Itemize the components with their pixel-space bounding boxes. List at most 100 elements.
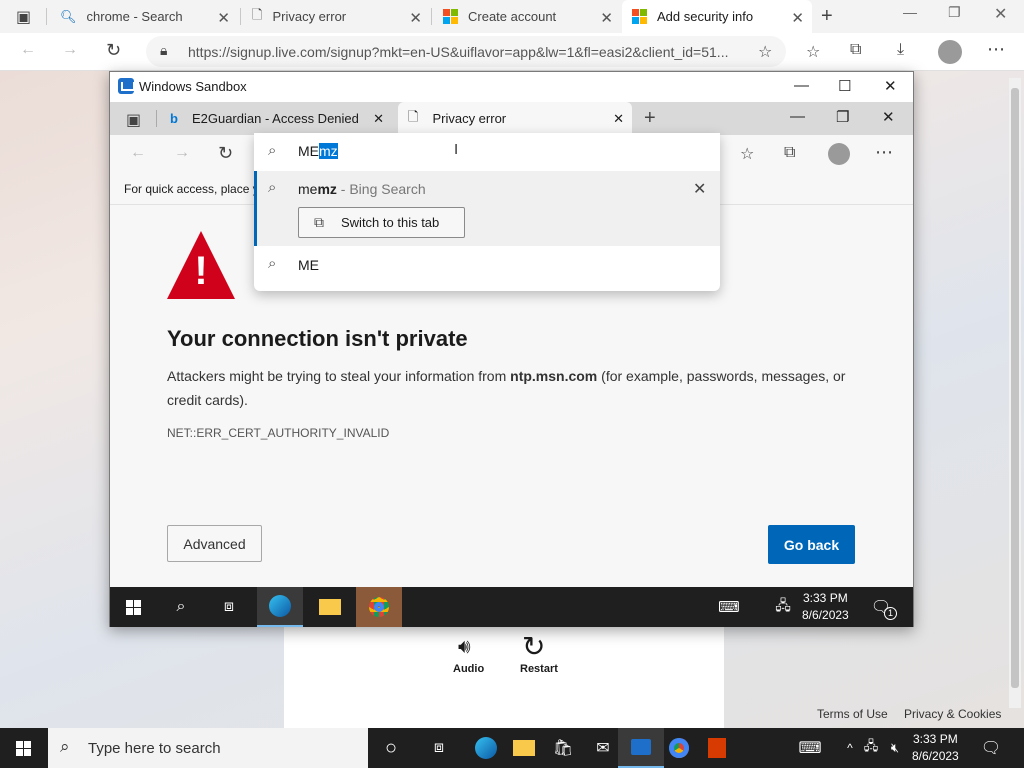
maximize-icon[interactable]: ☐ — [838, 77, 851, 95]
search-icon: ⌕ — [268, 179, 277, 196]
refresh-icon[interactable]: ↻ — [106, 40, 121, 61]
error-heading: Your connection isn't private — [167, 326, 468, 351]
go-back-button[interactable]: Go back — [768, 525, 855, 564]
host-tab-search[interactable]: 🔍︎ chrome - Search ✕ — [50, 0, 238, 33]
more-menu-icon[interactable]: ⋯ — [987, 39, 1005, 60]
microsoft-logo-icon — [632, 9, 647, 24]
network-icon[interactable]: 🖧 — [760, 587, 806, 627]
search-icon: ⌕ — [60, 737, 70, 756]
cortana-icon[interactable]: ○ — [368, 728, 414, 768]
tab-title: E2Guardian - Access Denied — [191, 111, 359, 126]
keyboard-icon[interactable]: ⌨ — [706, 587, 752, 627]
favorites-icon[interactable]: ☆ — [740, 144, 754, 164]
start-icon[interactable] — [110, 587, 156, 627]
inner-tab-e2guardian[interactable]: b E2Guardian - Access Denied ✕ — [160, 102, 392, 135]
notifications-icon[interactable]: 🗨 1 — [858, 587, 904, 627]
chrome-taskbar-icon[interactable] — [356, 587, 402, 627]
page-warning-icon: 🗋 — [408, 108, 419, 124]
remove-suggestion-icon[interactable]: ✕ — [693, 179, 706, 199]
minimize-icon[interactable]: — — [790, 108, 805, 125]
back-arrow-icon[interactable]: ← — [130, 144, 146, 162]
error-code: NET::ERR_CERT_AUTHORITY_INVALID — [167, 426, 390, 440]
new-tab-plus-icon[interactable]: + — [821, 5, 833, 28]
close-icon[interactable]: ✕ — [409, 9, 422, 27]
search-icon: ⌕ — [268, 142, 277, 159]
tab-title: Privacy error — [432, 111, 507, 126]
search-icon[interactable]: ⌕ — [158, 587, 204, 627]
host-tab-bar: ▣ 🔍︎ chrome - Search ✕ 🗋 Privacy error ✕… — [0, 0, 1024, 33]
inner-tab-bar: ▣ b E2Guardian - Access Denied ✕ 🗋 Priva… — [110, 102, 913, 135]
close-icon[interactable]: ✕ — [791, 9, 804, 27]
start-icon[interactable] — [0, 728, 46, 768]
back-arrow-icon[interactable]: ← — [20, 41, 36, 59]
host-tab-privacy-error[interactable]: 🗋 Privacy error ✕ — [242, 0, 430, 33]
taskbar-search-box[interactable]: ⌕ Type here to search — [48, 728, 368, 768]
privacy-cookies-link[interactable]: Privacy & Cookies — [904, 707, 1001, 721]
close-icon[interactable]: ✕ — [600, 9, 613, 27]
new-tab-plus-icon[interactable]: + — [644, 107, 656, 130]
scrollbar[interactable] — [1009, 78, 1021, 708]
restart-icon[interactable]: ↻ — [522, 630, 545, 663]
add-favorite-icon[interactable]: ☆ — [758, 42, 772, 62]
notification-count-badge: 1 — [884, 607, 897, 620]
sandbox-logo-icon — [118, 78, 135, 94]
url-input[interactable]: 🔒︎ https://signup.live.com/signup?mkt=en… — [146, 36, 786, 67]
forward-arrow-icon[interactable]: → — [174, 144, 190, 162]
close-window-icon[interactable]: ✕ — [994, 4, 1007, 24]
host-clock[interactable]: 3:33 PM 8/6/2023 — [912, 731, 959, 765]
tab-title: Create account — [468, 9, 557, 24]
sandbox-title-bar: Windows Sandbox — ☐ ✕ — [110, 72, 913, 102]
close-window-icon[interactable]: ✕ — [884, 77, 897, 95]
minimize-icon[interactable]: — — [794, 77, 809, 94]
downloads-icon[interactable]: ⤓ — [897, 41, 904, 59]
edge-taskbar-icon[interactable] — [257, 587, 303, 627]
office-icon[interactable] — [694, 728, 740, 768]
page-warning-icon: 🗋 — [252, 6, 263, 22]
collections-icon[interactable]: ⧉ — [784, 144, 795, 162]
profile-avatar[interactable] — [938, 40, 962, 64]
bing-icon: b — [170, 111, 178, 126]
lock-icon[interactable]: 🔒︎ — [160, 42, 167, 59]
suggestion-me[interactable]: ⌕ ME — [254, 246, 720, 284]
inner-tab-privacy-error[interactable]: 🗋 Privacy error ✕ — [398, 102, 632, 135]
tab-actions-icon[interactable]: ▣ — [16, 7, 31, 27]
audio-label: Audio — [453, 663, 485, 675]
host-tab-add-security-info[interactable]: Add security info ✕ — [622, 0, 812, 33]
minimize-icon[interactable]: — — [903, 4, 917, 20]
collections-icon[interactable]: ⧉ — [850, 41, 861, 59]
host-address-bar: ← → ↻ 🔒︎ https://signup.live.com/signup?… — [0, 33, 1024, 71]
close-browser-icon[interactable]: ✕ — [882, 108, 895, 126]
switch-to-tab-button[interactable]: ⧉ Switch to this tab — [298, 207, 465, 238]
forward-arrow-icon[interactable]: → — [62, 41, 78, 59]
host-tab-create-account[interactable]: Create account ✕ — [433, 0, 621, 33]
error-domain: ntp.msn.com — [510, 368, 598, 384]
notifications-icon[interactable]: 🗨 — [968, 728, 1014, 768]
tab-title: chrome - Search — [86, 9, 183, 24]
audio-icon[interactable]: 🔊︎ — [458, 636, 471, 659]
search-icon: ⌕ — [268, 255, 277, 272]
profile-avatar[interactable] — [828, 143, 850, 165]
host-taskbar: ⌕ Type here to search ○ ⧈ 🛍︎ ✉ ⌨ ^ 🖧 🔇︎ … — [0, 728, 1024, 768]
file-explorer-icon[interactable] — [307, 587, 353, 627]
tab-title: Add security info — [657, 9, 754, 24]
terms-of-use-link[interactable]: Terms of Use — [817, 707, 888, 721]
refresh-icon[interactable]: ↻ — [218, 143, 233, 164]
favorites-icon[interactable]: ☆ — [806, 42, 820, 62]
advanced-button[interactable]: Advanced — [167, 525, 262, 562]
task-view-icon[interactable]: ⧈ — [416, 728, 462, 768]
close-icon[interactable]: ✕ — [217, 9, 230, 27]
more-menu-icon[interactable]: ⋯ — [875, 142, 893, 163]
close-icon[interactable]: ✕ — [613, 111, 624, 127]
restore-icon[interactable]: ❐ — [948, 4, 961, 21]
exclamation-icon: ! — [194, 249, 208, 293]
close-icon[interactable]: ✕ — [373, 111, 384, 127]
omnibox-dropdown: ⌕ MEmz I ⌕ memz - Bing Search ✕ ⧉ Switch… — [254, 133, 720, 291]
task-view-icon[interactable]: ⧈ — [206, 587, 252, 627]
restore-icon[interactable]: ❐ — [836, 108, 849, 126]
suggestion-memz[interactable]: ⌕ memz - Bing Search ✕ ⧉ Switch to this … — [254, 171, 720, 246]
tab-actions-icon[interactable]: ▣ — [126, 110, 141, 130]
search-placeholder: Type here to search — [88, 740, 221, 757]
favorites-bar-hint: For quick access, place y — [124, 182, 259, 196]
sandbox-clock[interactable]: 3:33 PM 8/6/2023 — [802, 590, 849, 624]
omnibox-input[interactable]: ⌕ MEmz I — [254, 133, 720, 171]
